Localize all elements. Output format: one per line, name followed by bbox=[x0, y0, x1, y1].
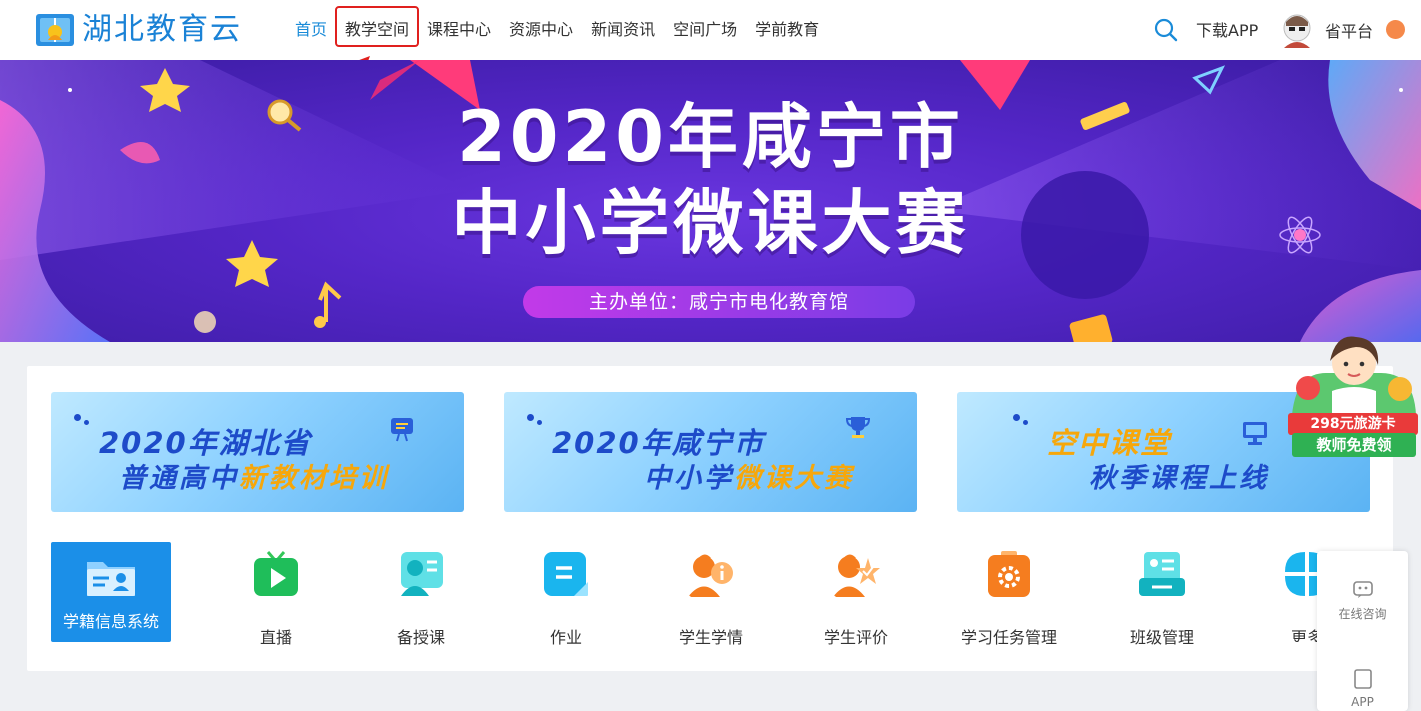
promo-line2: 秋季课程上线 bbox=[1089, 463, 1269, 494]
tile-lesson-prep[interactable]: 备授课 bbox=[361, 542, 481, 647]
promo-line2: 中小学微课大赛 bbox=[644, 456, 854, 495]
trophy-icon bbox=[845, 417, 871, 438]
promo-line2-highlight: 新教材培训 bbox=[239, 463, 389, 494]
tile-label: 学生学情 bbox=[678, 628, 743, 647]
tile-student-status[interactable]: 学生学情 bbox=[651, 542, 771, 647]
face-badge-icon bbox=[1386, 20, 1405, 39]
logo-text: 湖北教育云 bbox=[82, 12, 242, 47]
decor-dot bbox=[1023, 420, 1028, 425]
id-card-folder-icon bbox=[87, 562, 135, 596]
site-logo[interactable]: 湖北教育云 bbox=[34, 8, 249, 52]
online-consult-label: 在线咨询 bbox=[1338, 607, 1387, 621]
monitor-icon bbox=[1243, 422, 1267, 445]
tile-label: 学生评价 bbox=[823, 628, 888, 647]
nav-home[interactable]: 首页 bbox=[286, 0, 336, 60]
download-app-link[interactable]: 下载APP bbox=[1196, 17, 1258, 41]
tile-label: 作业 bbox=[549, 628, 582, 647]
nav-news[interactable]: 新闻资讯 bbox=[582, 0, 664, 60]
annotation-highlight-box bbox=[335, 6, 419, 47]
teacher-lesson-icon bbox=[401, 552, 443, 596]
nav-preschool[interactable]: 学前教育 bbox=[746, 0, 828, 60]
promo-line2-plain: 普通高中 bbox=[119, 463, 239, 494]
tile-live[interactable]: 直播 bbox=[216, 542, 336, 647]
search-icon[interactable] bbox=[1154, 18, 1178, 42]
nav-course-center[interactable]: 课程中心 bbox=[418, 0, 500, 60]
tile-task-management[interactable]: 学习任务管理 bbox=[949, 542, 1069, 647]
decor-dot bbox=[84, 420, 89, 425]
chat-flag-icon bbox=[391, 418, 413, 442]
tile-student-registry[interactable]: 学籍信息系统 bbox=[51, 542, 171, 642]
tile-label: 直播 bbox=[259, 628, 292, 647]
class-management-icon bbox=[1139, 552, 1185, 596]
nav-resource-center[interactable]: 资源中心 bbox=[500, 0, 582, 60]
tile-class-management[interactable]: 班级管理 bbox=[1102, 542, 1222, 647]
student-info-icon bbox=[688, 554, 733, 597]
float-teacher-card-promo[interactable]: 298元旅游卡 教师免费领 bbox=[1286, 333, 1421, 463]
side-floating-panel: 在线咨询 APP bbox=[1317, 551, 1408, 711]
student-evaluation-icon bbox=[833, 554, 880, 597]
decor-dot bbox=[74, 414, 81, 421]
decor-dot bbox=[1013, 414, 1020, 421]
tile-label: 学习任务管理 bbox=[960, 628, 1057, 647]
tile-homework[interactable]: 作业 bbox=[506, 542, 626, 647]
phone-app-icon bbox=[1353, 669, 1372, 689]
promo-micro-course-contest[interactable]: 2020年咸宁市 中小学微课大赛 bbox=[504, 392, 917, 512]
float-promo-line1: 298元旅游卡 bbox=[1288, 413, 1418, 435]
content-card: 2020年湖北省 普通高中新教材培训 2020年咸宁市 中小学微课大赛 空中课堂… bbox=[27, 366, 1393, 671]
tile-label: 学籍信息系统 bbox=[62, 612, 159, 631]
banner-title-line1: 2020年咸宁市 bbox=[457, 96, 964, 178]
hero-banner[interactable]: 2020年咸宁市 中小学微课大赛 主办单位：咸宁市电化教育馆 bbox=[0, 60, 1421, 342]
banner-organizer: 主办单位：咸宁市电化教育馆 bbox=[523, 286, 915, 318]
online-consult-button[interactable]: 在线咨询 bbox=[1317, 579, 1408, 622]
promo-line2-plain: 中小学 bbox=[644, 463, 734, 494]
nav-space-square[interactable]: 空间广场 bbox=[664, 0, 746, 60]
app-tiles: 学籍信息系统 直播 备授课 作业 学生学情 学生评价 学习任务管理 班级管理 更… bbox=[51, 542, 1371, 652]
logo-book-icon bbox=[36, 14, 74, 46]
banner-title-line2: 中小学微课大赛 bbox=[451, 182, 970, 264]
task-gear-icon bbox=[988, 551, 1030, 597]
promo-new-textbook-training[interactable]: 2020年湖北省 普通高中新教材培训 bbox=[51, 392, 464, 512]
avatar[interactable] bbox=[1280, 12, 1314, 48]
teacher-character-icon bbox=[1292, 336, 1416, 415]
tile-label: 班级管理 bbox=[1129, 628, 1194, 647]
homework-icon bbox=[544, 552, 588, 596]
province-platform-link[interactable]: 省平台 bbox=[1325, 18, 1373, 42]
decor-dot bbox=[527, 414, 534, 421]
promo-line2-highlight: 微课大赛 bbox=[734, 463, 854, 494]
tile-label: 备授课 bbox=[396, 628, 445, 647]
top-header: 湖北教育云 首页 教学空间 课程中心 资源中心 新闻资讯 空间广场 学前教育 下… bbox=[0, 0, 1421, 60]
decor-dot bbox=[537, 420, 542, 425]
tile-student-evaluation[interactable]: 学生评价 bbox=[796, 542, 916, 647]
float-promo-line2: 教师免费领 bbox=[1292, 433, 1416, 457]
promo-line2: 普通高中新教材培训 bbox=[119, 456, 389, 495]
live-tv-icon bbox=[254, 551, 298, 596]
app-download-button[interactable]: APP bbox=[1317, 669, 1408, 709]
app-download-label: APP bbox=[1351, 695, 1374, 709]
chat-robot-icon bbox=[1352, 581, 1373, 598]
